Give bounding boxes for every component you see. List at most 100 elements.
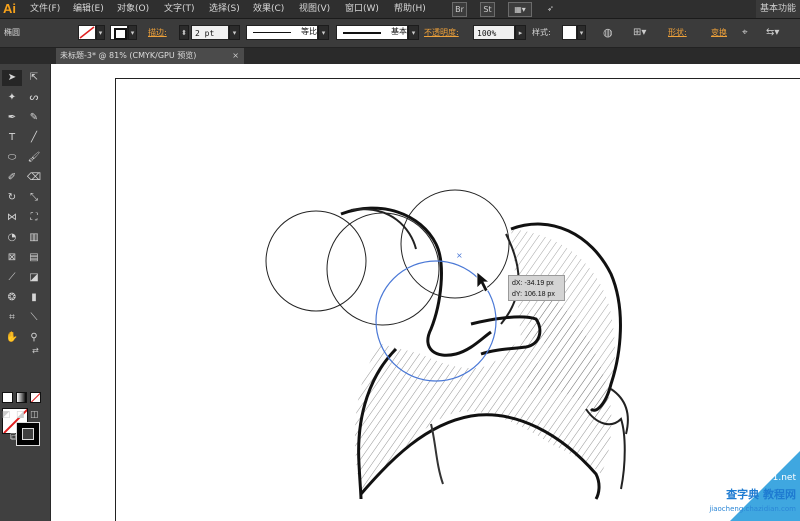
guide-circle-1 — [265, 210, 367, 312]
tooltip-dx: dX: -34.19 px — [512, 280, 554, 287]
tools-panel: ➤ ⇱ ✦ ᔕ ✒ ✎ T ╱ ⬭ 🖌 ✐ ⌫ ↻ ⤡ ⋈ ⛶ ◔ ▥ ⊠ ▤ … — [0, 64, 51, 521]
column-graph-tool-icon[interactable]: ▮ — [24, 290, 44, 306]
transform-label[interactable]: 变换 — [711, 25, 727, 40]
opacity-field[interactable]: 100% — [473, 25, 515, 40]
gradient-mode-icon[interactable] — [16, 392, 27, 403]
lasso-tool-icon[interactable]: ᔕ — [24, 90, 44, 106]
none-mode-icon[interactable] — [30, 392, 41, 403]
menu-edit[interactable]: 编辑(E) — [73, 0, 104, 18]
width-tool-icon[interactable]: ⋈ — [2, 210, 22, 226]
menu-window[interactable]: 窗口(W) — [345, 0, 379, 18]
draw-inside-icon[interactable]: ◫ — [30, 410, 39, 420]
stroke-label[interactable]: 描边: — [148, 25, 167, 40]
menu-select[interactable]: 选择(S) — [209, 0, 240, 18]
brush-label: 基本 — [391, 27, 407, 36]
document-tab-bar: 未标题-3* @ 81% (CMYK/GPU 预览) × — [0, 48, 800, 64]
scale-tool-icon[interactable]: ⤡ — [24, 190, 44, 206]
guide-circle-3 — [400, 189, 510, 299]
fill-color-swatch[interactable] — [78, 25, 96, 40]
mesh-tool-icon[interactable]: ⊠ — [2, 250, 22, 266]
sketch-artwork: × — [265, 189, 629, 500]
variable-width-profile[interactable]: 等比 — [246, 25, 318, 40]
stroke-weight-stepper[interactable]: ⬍ — [179, 25, 189, 40]
menu-object[interactable]: 对象(O) — [117, 0, 149, 18]
screen-mode-icon[interactable]: ⧉ — [10, 432, 17, 443]
stroke-dropdown[interactable]: ▾ — [128, 25, 137, 40]
opacity-label[interactable]: 不透明度: — [424, 25, 459, 40]
menu-type[interactable]: 文字(T) — [164, 0, 195, 18]
menu-view[interactable]: 视图(V) — [299, 0, 330, 18]
close-tab-icon[interactable]: × — [232, 48, 239, 64]
watermark-corner-text: jb51.net — [758, 473, 796, 483]
gradient-tool-icon[interactable]: ▤ — [24, 250, 44, 266]
arrange-documents-icon[interactable]: ▦▾ — [508, 2, 532, 17]
panel-menu-icon[interactable]: ⇆▾ — [766, 25, 779, 40]
sketch-stroke-8 — [430, 423, 444, 485]
draw-normal-icon[interactable]: ◩ — [2, 410, 11, 420]
stroke-swatch[interactable] — [16, 422, 40, 446]
smart-guide-tooltip: dX: -34.19 px dY: 106.18 px — [508, 275, 565, 301]
menu-help[interactable]: 帮助(H) — [394, 0, 426, 18]
opacity-dropdown[interactable]: ▸ — [515, 25, 526, 40]
selection-tool-icon[interactable]: ➤ — [2, 70, 22, 86]
color-mode-icon[interactable] — [2, 392, 13, 403]
sketch-stroke-10 — [610, 388, 629, 435]
zoom-tool-icon[interactable]: ⚲ — [24, 330, 44, 346]
align-grid-icon[interactable]: ⊞▾ — [633, 25, 646, 40]
style-dropdown[interactable]: ▾ — [577, 25, 586, 40]
workspace-switcher[interactable]: 基本功能 — [755, 0, 800, 18]
pen-tool-icon[interactable]: ✒ — [2, 110, 22, 126]
shape-label[interactable]: 形状: — [668, 25, 687, 40]
paintbrush-tool-icon[interactable]: 🖌 — [24, 150, 44, 166]
brush-definition[interactable]: 基本 — [336, 25, 408, 40]
direct-selection-tool-icon[interactable]: ⇱ — [24, 70, 44, 86]
document-tab[interactable]: 未标题-3* @ 81% (CMYK/GPU 预览) × — [56, 48, 244, 64]
menu-effect[interactable]: 效果(C) — [253, 0, 284, 18]
brush-dropdown[interactable]: ▾ — [408, 25, 419, 40]
curvature-tool-icon[interactable]: ✎ — [24, 110, 44, 126]
free-transform-tool-icon[interactable]: ⛶ — [24, 210, 44, 226]
isolate-icon[interactable]: ⌖ — [742, 25, 748, 40]
shape-builder-tool-icon[interactable]: ◔ — [2, 230, 22, 246]
stroke-weight-dropdown[interactable]: ▾ — [229, 25, 240, 40]
app-logo: Ai — [3, 1, 16, 16]
artboard-tool-icon[interactable]: ⌗ — [2, 310, 22, 326]
slice-tool-icon[interactable]: ⟍ — [24, 310, 44, 326]
symbol-sprayer-tool-icon[interactable]: ❂ — [2, 290, 22, 306]
ellipse-tool-icon[interactable]: ⬭ — [2, 150, 22, 166]
canvas[interactable]: × dX: -34.19 px dY: 106.18 px 查字典 教程网 ji… — [51, 64, 800, 521]
graphic-style-swatch[interactable] — [562, 25, 577, 40]
selection-type-label: 椭圆 — [4, 28, 20, 37]
line-tool-icon[interactable]: ╱ — [24, 130, 44, 146]
profile-dropdown[interactable]: ▾ — [318, 25, 329, 40]
draw-behind-icon[interactable]: ◪ — [16, 410, 25, 420]
cursor-arrow-icon — [476, 271, 491, 293]
recolor-artwork-icon[interactable]: ◍ — [603, 25, 613, 40]
watermark: 查字典 教程网 jiaocheng.chazidian.com jb51.net — [690, 473, 800, 521]
watermark-line2: jiaocheng.chazidian.com — [709, 505, 796, 513]
center-point-marker: × — [456, 251, 463, 260]
magic-wand-tool-icon[interactable]: ✦ — [2, 90, 22, 106]
hand-tool-icon[interactable]: ✋ — [2, 330, 22, 346]
bridge-icon[interactable]: Br — [452, 2, 467, 17]
stock-icon[interactable]: St — [480, 2, 495, 17]
blend-tool-icon[interactable]: ◪ — [24, 270, 44, 286]
stroke-color-swatch[interactable] — [110, 25, 128, 40]
perspective-grid-tool-icon[interactable]: ▥ — [24, 230, 44, 246]
watermark-line1: 查字典 教程网 — [726, 488, 796, 501]
fill-dropdown[interactable]: ▾ — [96, 25, 105, 40]
shaper-tool-icon[interactable]: ✐ — [2, 170, 22, 186]
none-slash-icon — [79, 26, 95, 39]
document-tab-title: 未标题-3* @ 81% (CMYK/GPU 预览) — [60, 51, 197, 60]
stroke-weight-field[interactable]: 2 pt — [191, 25, 229, 40]
guide-circle-2 — [326, 212, 440, 326]
eyedropper-tool-icon[interactable]: ⟋ — [2, 270, 22, 286]
gpu-rocket-icon[interactable]: ➶ — [544, 2, 557, 15]
menu-file[interactable]: 文件(F) — [30, 0, 60, 18]
rotate-tool-icon[interactable]: ↻ — [2, 190, 22, 206]
eraser-tool-icon[interactable]: ⌫ — [24, 170, 44, 186]
swap-colors-icon[interactable]: ⇄ — [32, 346, 39, 355]
type-tool-icon[interactable]: T — [2, 130, 22, 146]
menu-bar: Ai 文件(F) 编辑(E) 对象(O) 文字(T) 选择(S) 效果(C) 视… — [0, 0, 800, 19]
profile-label: 等比 — [301, 27, 317, 36]
